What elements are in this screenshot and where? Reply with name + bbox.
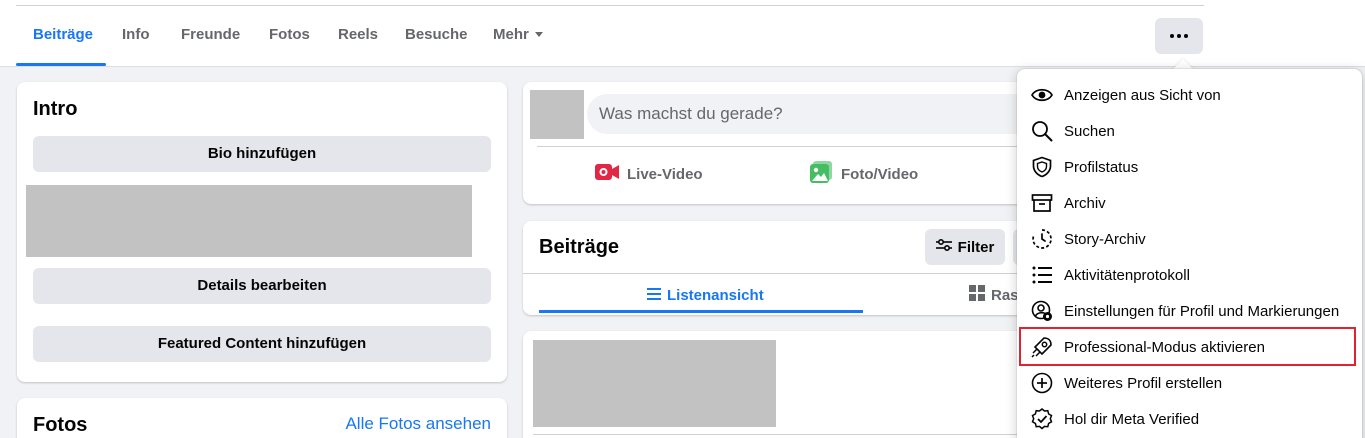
menu-item-label: Profilstatus xyxy=(1064,158,1139,176)
menu-item-label: Suchen xyxy=(1064,122,1115,140)
tab-besuche[interactable]: Besuche xyxy=(405,20,468,50)
menu-item-search[interactable]: Suchen xyxy=(1017,113,1362,149)
profile-options-menu: Anzeigen aus Sicht von Suchen Profilstat… xyxy=(1017,69,1362,438)
post-card xyxy=(523,331,1023,438)
divider xyxy=(533,434,1023,435)
active-view-indicator xyxy=(539,310,863,313)
eye-icon xyxy=(1031,84,1053,106)
menu-item-archive[interactable]: Archiv xyxy=(1017,185,1362,221)
list-view-tab[interactable]: Listenansicht xyxy=(647,277,764,313)
intro-card: Intro Bio hinzufügen Details bearbeiten … xyxy=(17,82,507,382)
live-video-icon xyxy=(595,163,619,185)
edit-details-button[interactable]: Details bearbeiten xyxy=(33,268,491,304)
status-input[interactable]: Was machst du gerade? xyxy=(587,94,1027,134)
menu-item-profile-status[interactable]: Profilstatus xyxy=(1017,149,1362,185)
archive-icon xyxy=(1031,192,1053,214)
more-options-button[interactable] xyxy=(1155,18,1203,54)
posts-header-card: Beiträge Filter Listenansicht Rast xyxy=(523,221,1033,315)
tab-info[interactable]: Info xyxy=(122,20,150,50)
menu-item-view-as[interactable]: Anzeigen aus Sicht von xyxy=(1017,77,1362,113)
photo-video-label: Foto/Video xyxy=(841,165,919,183)
plus-circle-icon xyxy=(1031,372,1053,394)
posts-title: Beiträge xyxy=(539,236,620,258)
dot xyxy=(1184,34,1188,38)
list-icon xyxy=(647,287,661,304)
menu-item-label: Hol dir Meta Verified xyxy=(1064,410,1200,428)
verified-badge-icon xyxy=(1031,408,1053,430)
divider xyxy=(523,273,1023,274)
filter-icon xyxy=(935,238,952,256)
add-bio-button[interactable]: Bio hinzufügen xyxy=(33,136,491,172)
menu-item-label: Archiv xyxy=(1064,194,1106,212)
grid-view-tab[interactable]: Rast xyxy=(969,277,1024,313)
active-tab-indicator xyxy=(16,63,106,66)
dot xyxy=(1170,34,1174,38)
post-composer: Was machst du gerade? Live-Video Foto/Vi… xyxy=(523,82,1027,204)
grid-icon xyxy=(969,285,985,305)
profile-tab-bar: Beiträge Info Freunde Fotos Reels Besuch… xyxy=(0,0,1365,67)
filter-button[interactable]: Filter xyxy=(925,229,1005,265)
professional-mode-icon xyxy=(1031,336,1053,358)
menu-item-professional-mode[interactable]: Professional-Modus aktivieren xyxy=(1017,329,1362,365)
activity-list-icon xyxy=(1031,264,1053,286)
menu-item-activity-log[interactable]: Aktivitätenprotokoll xyxy=(1017,257,1362,293)
divider xyxy=(16,5,1204,6)
menu-item-meta-verified[interactable]: Hol dir Meta Verified xyxy=(1017,401,1362,437)
post-image-placeholder xyxy=(533,340,776,427)
intro-title: Intro xyxy=(33,98,78,120)
tab-beitraege[interactable]: Beiträge xyxy=(33,20,93,50)
photos-title: Fotos xyxy=(33,414,88,436)
photos-card: Fotos Alle Fotos ansehen xyxy=(17,398,507,438)
divider xyxy=(537,146,1023,147)
tab-reels[interactable]: Reels xyxy=(338,20,378,50)
menu-item-label: Aktivitätenprotokoll xyxy=(1064,266,1190,284)
caret-down-icon xyxy=(534,31,543,37)
photo-video-icon xyxy=(809,160,833,188)
menu-item-story-archive[interactable]: Story-Archiv xyxy=(1017,221,1362,257)
list-view-label: Listenansicht xyxy=(667,286,764,304)
filter-label: Filter xyxy=(957,238,995,256)
intro-image-placeholder xyxy=(26,185,472,257)
live-video-button[interactable]: Live-Video xyxy=(595,160,703,188)
menu-item-profile-settings[interactable]: Einstellungen für Profil und Markierunge… xyxy=(1017,293,1362,329)
search-icon xyxy=(1031,120,1053,142)
photo-video-button[interactable]: Foto/Video xyxy=(809,160,918,188)
profile-settings-icon xyxy=(1031,300,1053,322)
tab-mehr-label: Mehr xyxy=(493,26,529,43)
menu-item-label: Anzeigen aus Sicht von xyxy=(1064,86,1221,104)
menu-item-label: Einstellungen für Profil und Markierunge… xyxy=(1064,302,1340,320)
menu-item-create-profile[interactable]: Weiteres Profil erstellen xyxy=(1017,365,1362,401)
see-all-photos-link[interactable]: Alle Fotos ansehen xyxy=(345,414,491,434)
add-featured-button[interactable]: Featured Content hinzufügen xyxy=(33,326,491,362)
live-video-label: Live-Video xyxy=(627,165,703,183)
menu-item-label: Story-Archiv xyxy=(1064,230,1146,248)
shield-icon xyxy=(1031,156,1053,178)
tab-mehr[interactable]: Mehr xyxy=(493,20,543,50)
tab-freunde[interactable]: Freunde xyxy=(181,20,240,50)
avatar[interactable] xyxy=(530,90,584,139)
menu-item-label: Weiteres Profil erstellen xyxy=(1064,374,1223,392)
menu-item-label: Professional-Modus aktivieren xyxy=(1064,338,1265,356)
dot xyxy=(1177,34,1181,38)
story-archive-icon xyxy=(1031,228,1053,250)
tab-fotos[interactable]: Fotos xyxy=(269,20,310,50)
